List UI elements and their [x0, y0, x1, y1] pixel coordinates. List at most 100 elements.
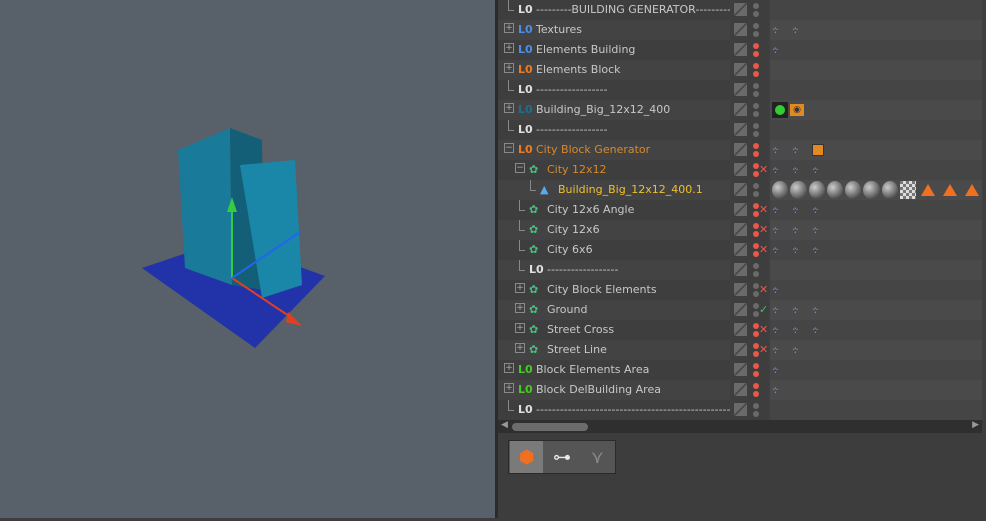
hierarchy-tag-icon[interactable]: ·:·	[772, 223, 790, 237]
phong-tag-icon[interactable]	[921, 184, 935, 196]
object-row[interactable]: + L0 Building_Big_12x12_400 ◉	[498, 100, 982, 120]
hierarchy-tool-icon[interactable]: ⊶	[545, 441, 578, 473]
object-name-cell[interactable]: L0 --------------------------------------…	[498, 400, 730, 420]
layer-icon[interactable]	[734, 223, 747, 236]
object-name-cell[interactable]: − L0 City Block Generator	[498, 140, 730, 160]
visibility-dot[interactable]	[753, 123, 759, 129]
visibility-dot[interactable]	[753, 271, 759, 277]
visibility-dot[interactable]	[753, 263, 759, 269]
scrollbar-thumb[interactable]	[512, 423, 588, 431]
object-name-cell[interactable]: + ✿ Street Cross	[498, 320, 730, 340]
hierarchy-tag-icon[interactable]: ·:·	[772, 283, 790, 297]
hierarchy-tag-icon[interactable]: ·:·	[812, 223, 830, 237]
display-tag-icon[interactable]: ◉	[790, 104, 804, 116]
hierarchy-tag-icon[interactable]: ·:·	[792, 243, 810, 257]
object-row[interactable]: + L0 Block Elements Area ·:·	[498, 360, 982, 380]
material-tag-icon[interactable]	[826, 181, 843, 199]
visibility-dot[interactable]	[753, 111, 759, 117]
visibility-dot[interactable]	[753, 391, 759, 397]
visibility-dot[interactable]	[753, 131, 759, 137]
object-name-cell[interactable]: + L0 Textures	[498, 20, 730, 40]
material-tag-icon[interactable]	[808, 181, 825, 199]
object-row[interactable]: ✿ City 12x6 Angle ✕ ·:· ·:· ·:·	[498, 200, 982, 220]
object-row[interactable]: + ✿ Street Cross ✕ ·:· ·:· ·:·	[498, 320, 982, 340]
layer-icon[interactable]	[734, 363, 747, 376]
hierarchy-tag-icon[interactable]: ·:·	[772, 363, 790, 377]
layer-icon[interactable]	[734, 383, 747, 396]
object-name-cell[interactable]: L0 ---------BUILDING GENERATOR---------	[498, 0, 730, 20]
expand-icon[interactable]: +	[504, 363, 514, 373]
hierarchy-tag-icon[interactable]: ·:·	[792, 303, 810, 317]
material-tag-icon[interactable]	[772, 181, 789, 199]
scroll-right-icon[interactable]: ▶	[972, 420, 979, 430]
object-row[interactable]: + ✿ Street Line ✕ ·:· ·:·	[498, 340, 982, 360]
object-row[interactable]: + L0 Block DelBuilding Area ·:·	[498, 380, 982, 400]
object-name-cell[interactable]: L0 ------------------	[498, 260, 730, 280]
object-row[interactable]: + L0 Elements Block	[498, 60, 982, 80]
visibility-dot[interactable]	[753, 23, 759, 29]
object-name-cell[interactable]: + L0 Block Elements Area	[498, 360, 730, 380]
visibility-dot[interactable]	[753, 31, 759, 37]
object-row[interactable]: ▲ Building_Big_12x12_400.1	[498, 180, 982, 200]
scroll-left-icon[interactable]: ◀	[501, 420, 508, 430]
hierarchy-tag-icon[interactable]: ·:·	[772, 203, 790, 217]
layer-icon[interactable]	[734, 123, 747, 136]
hierarchy-tag-icon[interactable]: ·:·	[772, 143, 790, 157]
hierarchy-tag-icon[interactable]: ·:·	[792, 323, 810, 337]
object-name-cell[interactable]: L0 ------------------	[498, 80, 730, 100]
object-row[interactable]: + ✿ Ground ✓ ·:· ·:· ·:·	[498, 300, 982, 320]
disabled-x-icon[interactable]: ✕	[759, 203, 768, 216]
layer-icon[interactable]	[734, 163, 747, 176]
visibility-dot[interactable]	[753, 3, 759, 9]
connect-tool-icon[interactable]: ⋎	[581, 441, 614, 473]
hierarchy-tag-icon[interactable]: ·:·	[812, 323, 830, 337]
layer-icon[interactable]	[734, 203, 747, 216]
enabled-check-icon[interactable]: ✓	[759, 303, 768, 316]
object-row[interactable]: − ✿ City 12x12 ✕ ·:· ·:· ·:·	[498, 160, 982, 180]
hierarchy-tag-icon[interactable]: ·:·	[772, 323, 790, 337]
hierarchy-tag-icon[interactable]: ·:·	[812, 243, 830, 257]
object-row[interactable]: + L0 Textures ·:· ·:·	[498, 20, 982, 40]
layer-icon[interactable]	[734, 43, 747, 56]
layer-icon[interactable]	[734, 63, 747, 76]
object-name-cell[interactable]: + L0 Building_Big_12x12_400	[498, 100, 730, 120]
green-sphere-tag-icon[interactable]	[772, 102, 788, 118]
expand-icon[interactable]: +	[515, 343, 525, 353]
hierarchy-tag-icon[interactable]: ·:·	[792, 223, 810, 237]
object-name-cell[interactable]: ✿ City 6x6	[498, 240, 730, 260]
phong-tag-icon[interactable]	[943, 184, 957, 196]
expand-icon[interactable]: +	[515, 323, 525, 333]
layer-icon[interactable]	[734, 3, 747, 16]
hierarchy-tag-icon[interactable]: ·:·	[792, 143, 810, 157]
layer-icon[interactable]	[734, 303, 747, 316]
horizontal-scrollbar[interactable]: ◀ ▶	[498, 420, 982, 433]
object-mode-icon[interactable]: ⬢	[510, 441, 544, 473]
expand-icon[interactable]: +	[515, 303, 525, 313]
hierarchy-tag-icon[interactable]: ·:·	[772, 383, 790, 397]
expand-icon[interactable]: +	[504, 43, 514, 53]
expand-icon[interactable]: +	[515, 283, 525, 293]
object-name-cell[interactable]: ▲ Building_Big_12x12_400.1	[498, 180, 730, 200]
layer-icon[interactable]	[734, 23, 747, 36]
object-row[interactable]: − L0 City Block Generator ·:· ·:·	[498, 140, 982, 160]
layer-icon[interactable]	[734, 83, 747, 96]
hierarchy-tag-icon[interactable]: ·:·	[772, 243, 790, 257]
visibility-dot[interactable]	[753, 143, 759, 149]
object-name-cell[interactable]: + L0 Elements Building	[498, 40, 730, 60]
collapse-icon[interactable]: −	[504, 143, 514, 153]
hierarchy-tag-icon[interactable]: ·:·	[812, 203, 830, 217]
object-name-cell[interactable]: + ✿ City Block Elements	[498, 280, 730, 300]
disabled-x-icon[interactable]: ✕	[759, 343, 768, 356]
hierarchy-tag-icon[interactable]: ·:·	[792, 203, 810, 217]
visibility-dot[interactable]	[753, 43, 759, 49]
object-name-cell[interactable]: ✿ City 12x6	[498, 220, 730, 240]
object-row[interactable]: + ✿ City Block Elements ✕ ·:·	[498, 280, 982, 300]
object-row[interactable]: L0 ---------BUILDING GENERATOR---------	[498, 0, 982, 20]
hierarchy-tag-icon[interactable]: ·:·	[772, 303, 790, 317]
layer-icon[interactable]	[734, 283, 747, 296]
visibility-dot[interactable]	[753, 51, 759, 57]
material-tag-icon[interactable]	[790, 181, 807, 199]
visibility-dot[interactable]	[753, 71, 759, 77]
object-name-cell[interactable]: ✿ City 12x6 Angle	[498, 200, 730, 220]
disabled-x-icon[interactable]: ✕	[759, 323, 768, 336]
